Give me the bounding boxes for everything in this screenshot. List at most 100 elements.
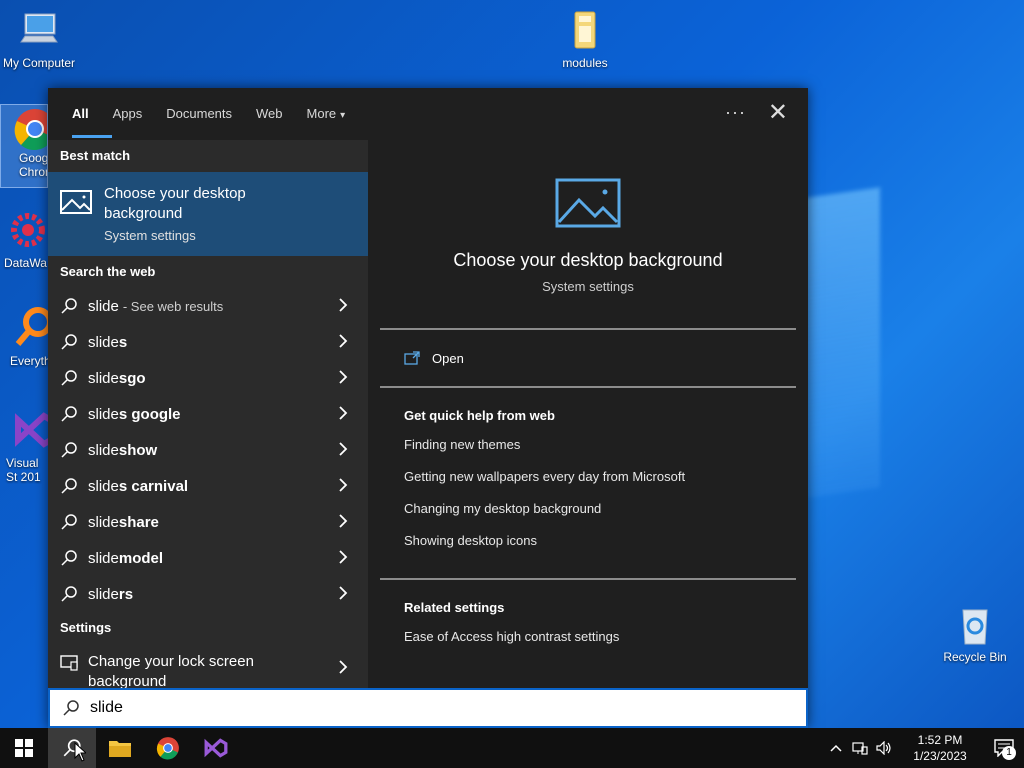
help-link[interactable]: Finding new themes bbox=[404, 437, 796, 469]
search-icon bbox=[61, 298, 77, 314]
network-icon[interactable] bbox=[848, 728, 872, 768]
tab-more[interactable]: More ▾ bbox=[295, 88, 358, 140]
web-result-text: slide bbox=[88, 477, 119, 495]
volume-icon[interactable] bbox=[872, 728, 896, 768]
settings-result-label: Change your lock screen background bbox=[88, 653, 254, 688]
picture-icon bbox=[555, 178, 621, 228]
tab-documents[interactable]: Documents bbox=[154, 88, 244, 140]
chevron-right-icon bbox=[339, 660, 348, 674]
taskbar-chrome[interactable] bbox=[144, 728, 192, 768]
web-result-text: slide bbox=[88, 513, 119, 531]
web-result-bold: show bbox=[118, 441, 158, 459]
desktop-icon-label: Everyth bbox=[10, 354, 48, 368]
notification-center-button[interactable]: 1 bbox=[984, 728, 1024, 768]
chevron-right-icon bbox=[339, 478, 348, 492]
preview-header: Choose your desktop background System se… bbox=[380, 152, 796, 328]
taskbar-file-explorer[interactable] bbox=[96, 728, 144, 768]
desktop-icon-modules[interactable]: modules bbox=[546, 8, 624, 70]
taskbar-search-button[interactable] bbox=[48, 728, 96, 768]
related-settings-section: Related settings Ease of Access high con… bbox=[380, 580, 796, 644]
tab-apps[interactable]: Apps bbox=[101, 88, 155, 140]
help-link[interactable]: Getting new wallpapers every day from Mi… bbox=[404, 469, 796, 501]
clock-date: 1/23/2023 bbox=[913, 749, 967, 763]
close-icon[interactable]: ✕ bbox=[768, 98, 788, 127]
section-header-settings: Settings bbox=[60, 620, 112, 635]
desktop-icon-chrome[interactable]: Goog Chrom bbox=[0, 104, 48, 188]
search-icon bbox=[63, 700, 79, 716]
search-icon bbox=[61, 334, 77, 350]
search-icon bbox=[61, 370, 77, 386]
section-header-best-match: Best match bbox=[60, 148, 131, 163]
help-link[interactable]: Showing desktop icons bbox=[404, 533, 796, 565]
web-result-hint: - See web results bbox=[122, 298, 224, 314]
desktop-icon-datawa[interactable]: DataWa bbox=[0, 208, 48, 270]
web-result-text: slide bbox=[88, 333, 119, 351]
chevron-right-icon bbox=[339, 298, 348, 312]
search-icon bbox=[61, 406, 77, 422]
gear-icon bbox=[11, 213, 45, 247]
search-box[interactable] bbox=[48, 688, 808, 728]
more-options-icon[interactable]: ··· bbox=[725, 102, 746, 123]
chevron-right-icon bbox=[339, 586, 348, 600]
desktop-icon-visual-studio[interactable]: Visual St 201 bbox=[0, 408, 48, 484]
web-result-item[interactable]: slide share bbox=[48, 504, 368, 540]
visual-studio-icon bbox=[204, 738, 228, 758]
desktop-icon-label: My Computer bbox=[2, 56, 76, 70]
desktop-icon-label: Visual St 201 bbox=[6, 456, 41, 484]
picture-icon bbox=[60, 190, 92, 214]
related-settings-header: Related settings bbox=[404, 600, 505, 615]
results-list: Best match Choose your desktop backgroun… bbox=[48, 140, 368, 688]
folder-icon bbox=[109, 741, 131, 757]
settings-result-item[interactable]: Change your lock screen background bbox=[48, 644, 368, 688]
preview-pane: Choose your desktop background System se… bbox=[380, 152, 796, 688]
windows-logo-icon bbox=[15, 739, 33, 757]
open-label: Open bbox=[432, 350, 464, 366]
clock[interactable]: 1:52 PM 1/23/2023 bbox=[900, 732, 980, 764]
notification-badge: 1 bbox=[1002, 746, 1016, 760]
best-match-title: Choose your desktop background bbox=[104, 185, 246, 222]
desktop-icon-my-computer[interactable]: My Computer bbox=[0, 8, 78, 70]
web-result-item[interactable]: slide show bbox=[48, 432, 368, 468]
tab-web[interactable]: Web bbox=[244, 88, 295, 140]
taskbar: 1:52 PM 1/23/2023 1 bbox=[0, 728, 1024, 768]
web-result-item[interactable]: slide rs bbox=[48, 576, 368, 612]
best-match-item[interactable]: Choose your desktop background System se… bbox=[48, 172, 368, 256]
search-icon bbox=[61, 514, 77, 530]
desktop-icon-everything[interactable]: Everyth bbox=[0, 306, 48, 368]
taskbar-visual-studio[interactable] bbox=[192, 728, 240, 768]
magnifier-icon bbox=[15, 307, 48, 346]
web-result-item[interactable]: slide s bbox=[48, 324, 368, 360]
web-result-bold: model bbox=[118, 549, 164, 567]
desktop-icon-label: DataWa bbox=[4, 256, 47, 270]
chevron-up-icon[interactable] bbox=[824, 728, 848, 768]
web-result-item[interactable]: slide s carnival bbox=[48, 468, 368, 504]
web-result-text: slide bbox=[88, 405, 119, 423]
chevron-right-icon bbox=[339, 334, 348, 348]
tab-all[interactable]: All bbox=[60, 88, 112, 140]
search-panel: All Apps Documents Web More ▾ ··· ✕ Best … bbox=[48, 88, 808, 728]
desktop-icon-recycle-bin[interactable]: Recycle Bin bbox=[936, 602, 1014, 664]
start-button[interactable] bbox=[0, 728, 48, 768]
web-result-item[interactable]: slide model bbox=[48, 540, 368, 576]
search-icon bbox=[61, 586, 77, 602]
chevron-right-icon bbox=[339, 550, 348, 564]
related-link[interactable]: Ease of Access high contrast settings bbox=[404, 629, 796, 644]
web-result-text: slide bbox=[88, 585, 119, 603]
web-result-bold: s google bbox=[118, 405, 181, 423]
search-icon bbox=[61, 550, 77, 566]
desktop-icon-label: modules bbox=[562, 56, 608, 70]
search-tabs-bar: All Apps Documents Web More ▾ ··· ✕ bbox=[48, 88, 808, 140]
system-tray: 1:52 PM 1/23/2023 1 bbox=[824, 728, 1024, 768]
open-button[interactable]: Open bbox=[380, 330, 796, 386]
help-link[interactable]: Changing my desktop background bbox=[404, 501, 796, 533]
best-match-subtitle: System settings bbox=[104, 228, 196, 243]
web-result-item[interactable]: slide s google bbox=[48, 396, 368, 432]
web-result-item[interactable]: slide - See web results bbox=[48, 288, 368, 324]
web-result-bold: sgo bbox=[118, 369, 146, 387]
folder-icon bbox=[574, 11, 596, 49]
quick-help-header: Get quick help from web bbox=[404, 408, 555, 423]
search-input[interactable] bbox=[90, 699, 690, 717]
web-result-bold: share bbox=[118, 513, 159, 531]
web-result-item[interactable]: slide sgo bbox=[48, 360, 368, 396]
section-header-web: Search the web bbox=[60, 264, 156, 279]
